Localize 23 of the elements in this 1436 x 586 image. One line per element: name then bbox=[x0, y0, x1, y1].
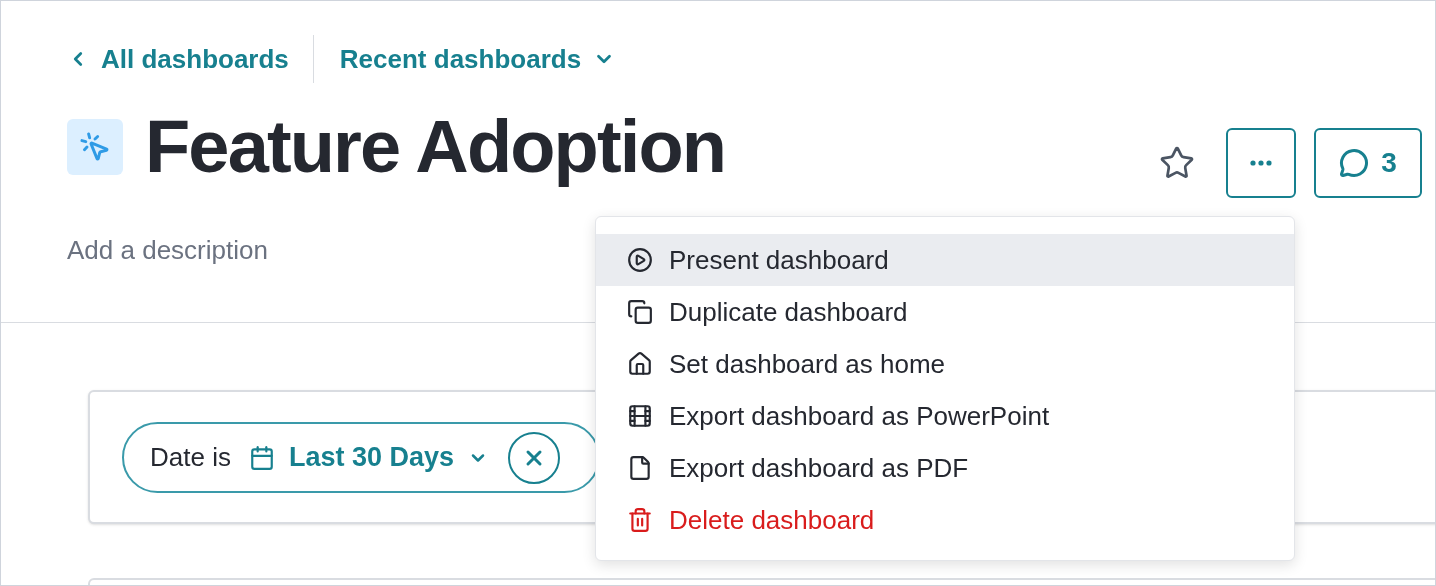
dashboard-icon bbox=[67, 119, 123, 175]
description-field[interactable]: Add a description bbox=[67, 231, 567, 270]
calendar-icon bbox=[248, 444, 275, 471]
comment-icon bbox=[1339, 148, 1370, 178]
recent-dashboards-dropdown[interactable]: Recent dashboards bbox=[313, 39, 616, 79]
play-icon bbox=[627, 247, 653, 273]
clear-filter-button[interactable] bbox=[508, 431, 561, 484]
star-icon[interactable] bbox=[1159, 145, 1195, 181]
copy-icon bbox=[627, 299, 653, 325]
filter-label: Date is bbox=[150, 441, 231, 474]
menu-item[interactable]: Delete dashboard bbox=[596, 494, 1294, 546]
menu-item[interactable]: Duplicate dashboard bbox=[596, 286, 1294, 338]
ellipsis-icon bbox=[1250, 160, 1272, 166]
film-icon bbox=[627, 403, 653, 429]
house-icon bbox=[627, 351, 653, 377]
menu-item[interactable]: Set dashboard as home bbox=[596, 338, 1294, 390]
menu-item[interactable]: Present dashboard bbox=[596, 234, 1294, 286]
comments-button[interactable]: 3 bbox=[1314, 128, 1422, 198]
more-button[interactable] bbox=[1226, 128, 1296, 198]
date-range-dropdown[interactable]: Last 30 Days bbox=[248, 437, 489, 478]
back-link[interactable]: All dashboards bbox=[67, 35, 314, 83]
trash-icon bbox=[627, 507, 653, 533]
file-icon bbox=[627, 455, 653, 481]
